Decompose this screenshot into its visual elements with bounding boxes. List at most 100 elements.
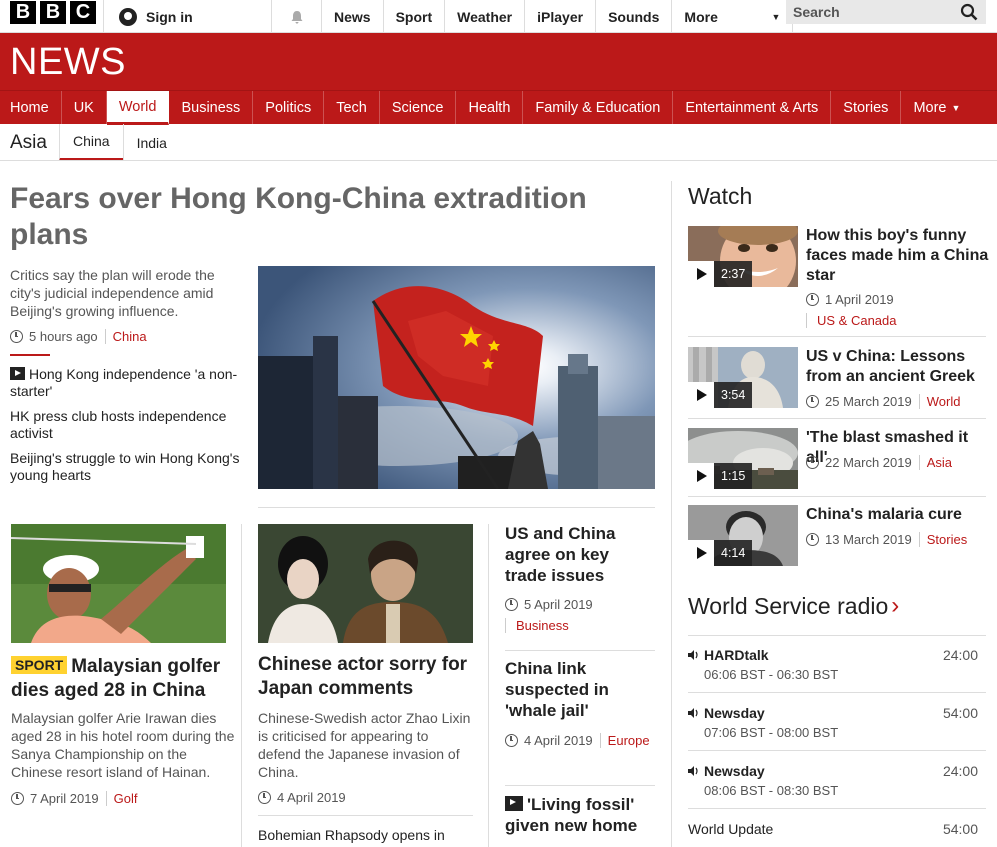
radio-programme-name-row: Newsday: [688, 705, 986, 721]
top-nav-sounds[interactable]: Sounds: [595, 0, 671, 33]
speaker-icon: [688, 708, 698, 718]
story-title[interactable]: China link suspected in 'whale jail': [505, 658, 645, 721]
video-title[interactable]: How this boy's funny faces made him a Ch…: [806, 226, 991, 286]
video-tag[interactable]: Stories: [918, 532, 967, 547]
video-time: 1 April 2019: [825, 292, 894, 307]
clock-icon: [258, 791, 271, 804]
video-duration: 2:37: [688, 261, 753, 287]
clock-icon: [806, 293, 819, 306]
video-thumbnail[interactable]: 1:15: [688, 428, 798, 489]
duration-text: 2:37: [714, 261, 753, 287]
divider: [688, 336, 986, 337]
radio-programme-time: 08:06 BST - 08:30 BST: [704, 783, 839, 798]
divider: [505, 785, 655, 786]
nav-home[interactable]: Home: [0, 91, 62, 125]
top-nav-weather[interactable]: Weather: [444, 0, 524, 33]
nav-science[interactable]: Science: [380, 91, 457, 125]
video-title[interactable]: US v China: Lessons from an ancient Gree…: [806, 347, 991, 387]
search-input[interactable]: Search: [786, 0, 986, 24]
video-tag[interactable]: World: [918, 394, 960, 409]
story-image[interactable]: [258, 524, 473, 643]
golfer-photo: [11, 524, 226, 643]
top-nav-more[interactable]: More ▼: [671, 0, 794, 33]
story-title[interactable]: SPORT Malaysian golfer dies aged 28 in Ch…: [11, 653, 236, 703]
radio-programme-name: HARDtalk: [704, 647, 769, 663]
related-link[interactable]: Hong Kong independence 'a non-starter': [10, 366, 245, 400]
top-nav: News Sport Weather iPlayer Sounds More ▼: [321, 0, 794, 33]
sign-in-link[interactable]: Sign in: [103, 0, 271, 33]
story-title[interactable]: US and China agree on key trade issues: [505, 523, 645, 586]
radio-programme[interactable]: World Update 54:00: [688, 821, 986, 837]
bbc-logo[interactable]: B B C: [10, 1, 96, 24]
divider: [688, 808, 986, 809]
radio-programme-name: Newsday: [704, 763, 765, 779]
nav-business[interactable]: Business: [169, 91, 254, 125]
play-icon: [688, 382, 714, 408]
story-meta: 7 April 2019 Golf: [11, 791, 138, 806]
radio-heading[interactable]: World Service radio ›: [688, 592, 899, 620]
nav-stories[interactable]: Stories: [831, 91, 902, 125]
sub-nav-china[interactable]: China: [58, 124, 123, 161]
clock-icon: [806, 533, 819, 546]
radio-programme-duration: 24:00: [942, 763, 978, 779]
top-nav-iplayer[interactable]: iPlayer: [524, 0, 595, 33]
nav-politics[interactable]: Politics: [253, 91, 325, 125]
play-icon: [10, 367, 25, 380]
nav-health[interactable]: Health: [456, 91, 524, 125]
lead-tag[interactable]: China: [104, 329, 147, 344]
story-time: 7 April 2019: [30, 791, 99, 806]
china-flag-photo: [258, 266, 655, 489]
lead-headline[interactable]: Fears over Hong Kong-China extradition p…: [10, 181, 650, 253]
radio-programme[interactable]: Newsday 07:06 BST - 08:00 BST 54:00: [688, 705, 986, 740]
video-thumbnail[interactable]: 4:14: [688, 505, 798, 566]
divider: [688, 496, 986, 497]
top-nav-news[interactable]: News: [321, 0, 383, 33]
divider: [688, 692, 986, 693]
story-title[interactable]: Chinese actor sorry for Japan comments: [258, 653, 483, 701]
top-nav-sport[interactable]: Sport: [382, 0, 445, 33]
video-thumbnail[interactable]: 2:37: [688, 226, 798, 287]
story-tag[interactable]: Europe: [599, 733, 650, 748]
video-duration: 1:15: [688, 463, 753, 489]
play-icon: [688, 463, 714, 489]
nav-family-education[interactable]: Family & Education: [523, 91, 674, 125]
story-tag[interactable]: Golf: [105, 791, 138, 806]
nav-tech[interactable]: Tech: [324, 91, 380, 125]
divider: [258, 507, 655, 508]
story-summary: Malaysian golfer Arie Irawan dies aged 2…: [11, 710, 235, 780]
radio-programme-duration: 24:00: [942, 647, 978, 663]
main-nav: Home UK World Business Politics Tech Sci…: [0, 90, 997, 125]
sub-nav: Asia China India: [0, 124, 997, 161]
nav-world[interactable]: World: [106, 91, 170, 125]
related-link[interactable]: HK press club hosts independence activis…: [10, 408, 245, 442]
divider: [688, 418, 986, 419]
nav-more[interactable]: More ▼: [901, 91, 972, 125]
clock-icon: [806, 395, 819, 408]
account-icon: [119, 7, 137, 26]
notifications-button[interactable]: [271, 0, 321, 33]
search-icon[interactable]: [960, 3, 978, 21]
lead-time: 5 hours ago: [29, 329, 98, 344]
related-link-text: Hong Kong independence 'a non-starter': [10, 366, 238, 399]
related-link[interactable]: Beijing's struggle to win Hong Kong's yo…: [10, 450, 245, 484]
video-tag[interactable]: US & Canada: [806, 313, 897, 328]
caret-down-icon: ▼: [951, 103, 961, 113]
lead-image[interactable]: [258, 266, 655, 489]
video-tag[interactable]: Asia: [918, 455, 952, 470]
story-title[interactable]: 'Living fossil' given new home: [505, 794, 655, 836]
radio-programme[interactable]: Newsday 08:06 BST - 08:30 BST 24:00: [688, 763, 986, 798]
story-title[interactable]: Bohemian Rhapsody opens in: [258, 826, 473, 844]
story-tag[interactable]: Business: [505, 618, 569, 633]
region-title[interactable]: Asia: [10, 132, 47, 154]
clock-icon: [11, 792, 24, 805]
play-icon: [505, 796, 523, 811]
sub-nav-india[interactable]: India: [122, 124, 180, 161]
nav-uk[interactable]: UK: [62, 91, 107, 125]
search-placeholder: Search: [793, 4, 840, 20]
video-thumbnail[interactable]: 3:54: [688, 347, 798, 408]
news-title[interactable]: NEWS: [10, 41, 126, 84]
story-image[interactable]: [11, 524, 226, 643]
video-title[interactable]: China's malaria cure: [806, 505, 991, 525]
nav-entertainment-arts[interactable]: Entertainment & Arts: [673, 91, 832, 125]
radio-programme[interactable]: HARDtalk 06:06 BST - 06:30 BST 24:00: [688, 647, 986, 682]
